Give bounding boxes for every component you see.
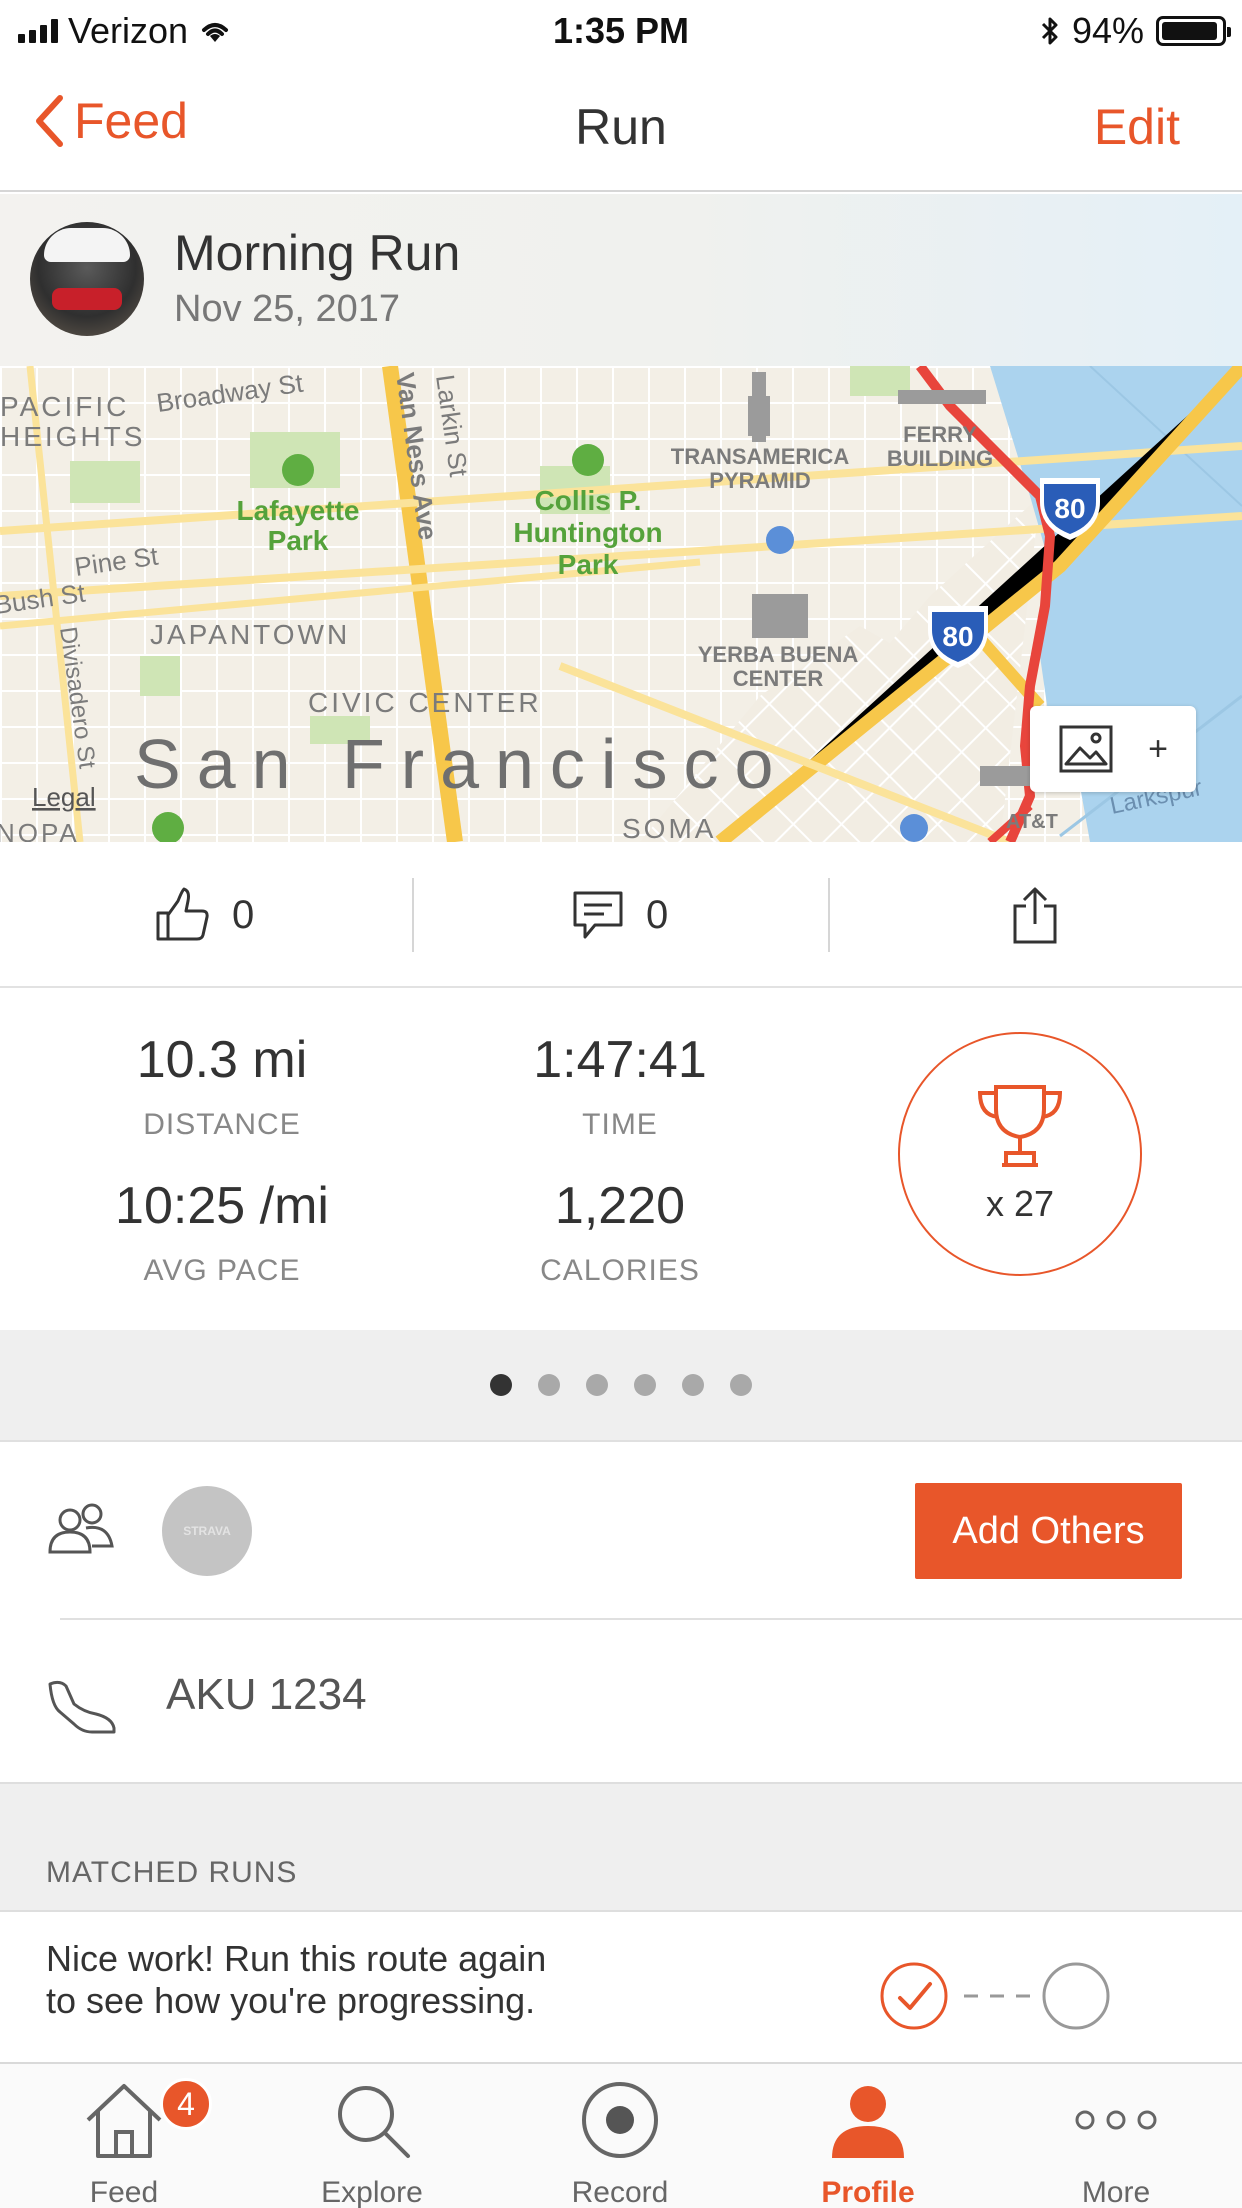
tab-feed[interactable]: 4 Feed [0,2064,248,2208]
svg-text:80: 80 [1054,493,1085,524]
page-title: Run [575,99,667,155]
stat-pace: 10:25 /mi AVG PACE [42,1176,402,1288]
more-icon [1075,2110,1157,2130]
pager-dot[interactable] [682,1374,704,1396]
map-label: AT&T [1006,811,1058,833]
group-athletes-row: STRAVA Add Others [0,1442,1242,1620]
comment-button[interactable]: 0 [572,842,668,988]
map-label: SOMA [622,813,716,842]
strava-avatar[interactable]: STRAVA [162,1486,252,1576]
map-label: Park [558,549,619,580]
calories-label: CALORIES [540,1254,700,1287]
tab-more[interactable]: More [992,2064,1240,2208]
thumbs-up-icon [156,887,209,941]
tab-label: Feed [89,2176,159,2208]
tab-label: Profile [821,2176,915,2208]
map-label: PYRAMID [709,468,810,493]
activity-stats: 10.3 mi DISTANCE 1:47:41 TIME 10:25 /mi … [0,988,1242,1330]
pager-dot[interactable] [586,1374,608,1396]
pager-dot[interactable] [538,1374,560,1396]
tab-label: More [1081,2176,1151,2208]
comment-icon [573,891,623,939]
battery-icon [1156,16,1231,46]
status-right: 94% [1040,8,1231,54]
map-city-label: San Francisco [134,725,789,803]
navigation-bar: Feed Run Edit [0,62,1242,192]
map-label: FERRY [903,422,977,447]
stat-time: 1:47:41 TIME [440,1030,800,1142]
map-label: HEIGHTS [0,421,145,452]
record-icon [582,2082,658,2158]
map-label: TRANSAMERICA [671,444,850,469]
photo-icon [1059,725,1113,773]
matched-runs-message: Nice work! Run this route again to see h… [46,1938,547,2021]
profile-icon [832,2086,904,2158]
pace-label: AVG PACE [143,1254,301,1287]
matched-runs-header: MATCHED RUNS [0,1784,1242,1912]
distance-label: DISTANCE [143,1108,301,1141]
tab-profile[interactable]: Profile [744,2064,992,2208]
gear-name: AKU 1234 [166,1670,367,1719]
map-label: NOPA [0,818,80,842]
tab-explore[interactable]: Explore [248,2064,496,2208]
home-icon [86,2084,162,2158]
social-actions: 0 0 [0,842,1242,988]
tab-label: Explore [321,2176,423,2208]
map-label: Huntington [513,517,662,548]
activity-header: Morning Run Nov 25, 2017 [0,194,1242,366]
map-label: Collis P. [535,485,642,516]
map-label: Lafayette [237,495,360,526]
map-label: YERBA BUENA [698,642,859,667]
matched-runs-card[interactable]: Nice work! Run this route again to see h… [0,1912,1242,2062]
group-icon [48,1503,114,1554]
map-label: CIVIC CENTER [308,687,542,718]
achievements-button[interactable]: x 27 [898,1032,1142,1276]
kudos-count: 0 [232,892,255,937]
matched-progress-icon [880,1962,1110,2030]
search-icon [338,2086,410,2158]
stat-distance: 10.3 mi DISTANCE [42,1030,402,1142]
map-label: Park [268,525,329,556]
map-label: PACIFIC [0,391,129,422]
kudos-button[interactable]: 0 [154,842,254,988]
stat-calories: 1,220 CALORIES [440,1176,800,1288]
add-photo-plus: + [1148,729,1168,768]
stats-pager[interactable] [0,1330,1242,1442]
athlete-avatar[interactable] [30,222,144,336]
pace-value: 10:25 /mi [115,1177,329,1235]
edit-button[interactable]: Edit [1094,98,1180,156]
activity-date: Nov 25, 2017 [174,288,401,330]
pager-dot[interactable] [730,1374,752,1396]
activity-title: Morning Run [174,225,461,281]
comment-count: 0 [646,892,669,937]
achievements-count: x 27 [985,1183,1055,1224]
time-label: TIME [582,1108,658,1141]
svg-text:80: 80 [942,621,973,652]
share-icon [1013,887,1057,944]
add-photo-button[interactable]: + [1030,706,1196,792]
status-bar: Verizon 1:35 PM 94% [0,0,1242,62]
map-legal-link[interactable]: Legal [32,782,96,812]
add-others-button[interactable]: Add Others [915,1483,1182,1579]
tab-record[interactable]: Record [496,2064,744,2208]
pager-dot[interactable] [490,1374,512,1396]
matched-runs-title: MATCHED RUNS [46,1856,298,1889]
pager-dot[interactable] [634,1374,656,1396]
gear-row[interactable]: AKU 1234 [0,1620,1242,1784]
calories-value: 1,220 [554,1177,686,1235]
tab-bar: 4 Feed Explore Record Profile More [0,2062,1242,2208]
share-button[interactable] [1012,842,1058,988]
battery-percent: 94% [1071,10,1144,51]
distance-value: 10.3 mi [136,1031,308,1089]
map-label: JAPANTOWN [150,619,350,650]
shoe-icon [48,1680,116,1734]
trophy-icon [977,1085,1063,1167]
map-label: BUILDING [887,446,993,471]
time-value: 1:47:41 [533,1031,707,1089]
feed-notification-badge: 4 [160,2078,212,2130]
tab-label: Record [571,2176,669,2208]
map-label: CENTER [733,666,824,691]
bluetooth-icon [1041,17,1058,45]
